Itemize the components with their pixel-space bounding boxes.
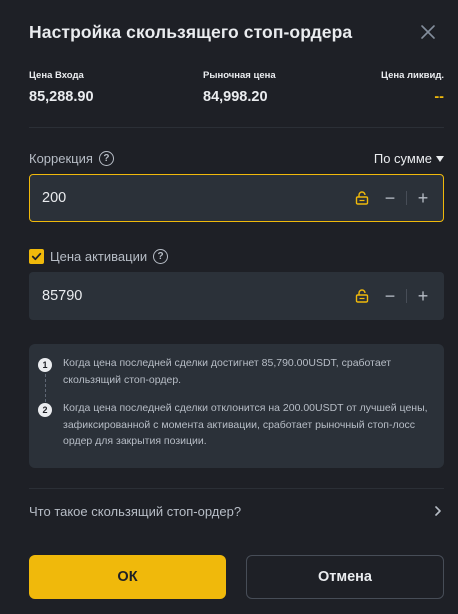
check-icon bbox=[31, 252, 42, 261]
activation-input-box: − + bbox=[29, 272, 444, 320]
correction-decrement-button[interactable]: − bbox=[380, 188, 400, 208]
caret-down-icon bbox=[436, 155, 444, 162]
correction-increment-button[interactable]: + bbox=[413, 188, 433, 208]
correction-mode-label: По сумме bbox=[373, 151, 432, 166]
trailing-stop-dialog: Настройка скользящего стоп-ордера Цена В… bbox=[0, 0, 458, 614]
correction-input[interactable] bbox=[42, 175, 302, 221]
position-stats: Цена Входа 85,288.90 Рыночная цена 84,99… bbox=[29, 70, 444, 110]
liquidation-price-value: -- bbox=[434, 89, 444, 105]
correction-label-row: Коррекция ? bbox=[29, 151, 114, 166]
dialog-title: Настройка скользящего стоп-ордера bbox=[29, 22, 353, 42]
liquidation-price-stat: Цена ликвид. -- bbox=[381, 70, 444, 106]
activation-label-row: Цена активации ? bbox=[29, 249, 169, 264]
step-text: Когда цена последней сделки достигнет 85… bbox=[63, 357, 392, 386]
liquidation-price-label: Цена ликвид. bbox=[381, 70, 444, 81]
correction-label: Коррекция bbox=[29, 151, 93, 166]
market-price-value: 84,998.20 bbox=[203, 89, 268, 105]
dialog-header: Настройка скользящего стоп-ордера bbox=[29, 20, 444, 44]
separator bbox=[406, 191, 407, 205]
step-number: 2 bbox=[38, 403, 52, 417]
correction-mode-dropdown[interactable]: По сумме bbox=[374, 151, 444, 166]
step-text: Когда цена последней сделки отклонится н… bbox=[63, 402, 428, 447]
correction-controls: − + bbox=[354, 175, 433, 221]
activation-label: Цена активации bbox=[50, 249, 148, 264]
close-button[interactable] bbox=[416, 20, 440, 44]
activation-controls: − + bbox=[354, 273, 433, 319]
faq-link[interactable]: Что такое скользящий стоп-ордер? bbox=[29, 500, 444, 522]
entry-price-stat: Цена Входа 85,288.90 bbox=[29, 70, 94, 106]
entry-price-label: Цена Входа bbox=[29, 70, 84, 81]
step-connector bbox=[44, 374, 46, 402]
divider bbox=[29, 127, 444, 128]
separator bbox=[406, 289, 407, 303]
help-icon[interactable]: ? bbox=[98, 151, 114, 166]
correction-input-box: − + bbox=[29, 174, 444, 222]
entry-price-value: 85,288.90 bbox=[29, 89, 94, 105]
help-icon[interactable]: ? bbox=[153, 249, 169, 264]
activation-checkbox[interactable] bbox=[29, 249, 44, 264]
lock-icon[interactable] bbox=[354, 288, 370, 304]
lock-icon[interactable] bbox=[354, 190, 370, 206]
ok-button[interactable]: ОК bbox=[29, 555, 226, 599]
activation-price-input[interactable] bbox=[42, 273, 302, 319]
close-icon bbox=[421, 25, 435, 39]
activation-decrement-button[interactable]: − bbox=[380, 286, 400, 306]
info-box: 1 Когда цена последней сделки достигнет … bbox=[29, 344, 444, 468]
activation-increment-button[interactable]: + bbox=[413, 286, 433, 306]
market-price-stat: Рыночная цена 84,998.20 bbox=[203, 70, 276, 106]
cancel-button[interactable]: Отмена bbox=[246, 555, 444, 599]
faq-label: Что такое скользящий стоп-ордер? bbox=[29, 503, 242, 519]
market-price-label: Рыночная цена bbox=[203, 70, 276, 81]
step-number: 1 bbox=[38, 358, 52, 372]
divider bbox=[29, 488, 444, 489]
chevron-right-icon bbox=[435, 506, 441, 516]
